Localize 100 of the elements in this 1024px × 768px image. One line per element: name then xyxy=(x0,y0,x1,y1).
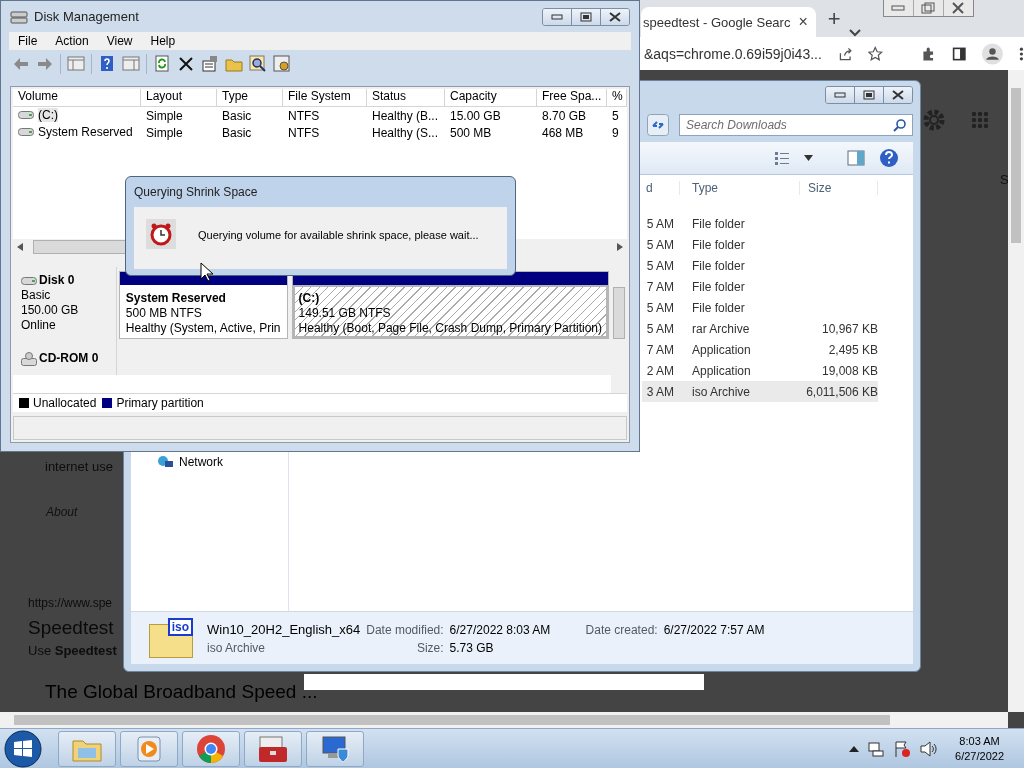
search-icon[interactable] xyxy=(893,118,907,132)
settings-icon[interactable] xyxy=(273,55,291,74)
maximize-button[interactable] xyxy=(571,8,600,25)
file-row[interactable]: 5 AM File folder xyxy=(642,297,878,318)
column-header[interactable]: Free Spa... xyxy=(537,89,607,106)
action-pane-icon[interactable] xyxy=(122,55,140,74)
disk-label[interactable]: Disk 0 xyxy=(21,273,116,288)
legend-item: Unallocated xyxy=(19,396,97,410)
table-cell-text: Simple xyxy=(145,125,184,140)
scrollbar-thumb[interactable] xyxy=(33,240,127,254)
start-button-icon[interactable] xyxy=(4,730,42,768)
column-header[interactable]: Layout xyxy=(141,89,217,106)
file-name: Win10_20H2_English_x64 xyxy=(207,621,361,637)
close-button[interactable] xyxy=(883,86,912,103)
network-icon[interactable] xyxy=(867,741,886,757)
horizontal-scrollbar[interactable] xyxy=(0,712,1008,728)
field-label: Size: xyxy=(415,640,444,655)
disk-info: Online xyxy=(21,318,57,333)
menu-item[interactable]: View xyxy=(97,32,142,51)
computer-shield-icon xyxy=(320,735,350,763)
alarm-clock-icon xyxy=(146,219,176,249)
taskbar-button[interactable] xyxy=(244,731,302,767)
vertical-scrollbar[interactable] xyxy=(1008,70,1024,712)
clock[interactable]: 8:03 AM 6/27/2022 xyxy=(955,734,1004,764)
dialog-title: Querying Shrink Space xyxy=(134,184,259,201)
window-title: Disk Management xyxy=(34,9,140,25)
refresh-arrows-icon[interactable] xyxy=(647,114,669,136)
column-header[interactable]: File System xyxy=(283,89,367,106)
legend-item: Primary partition xyxy=(102,396,204,410)
file-row[interactable]: 3 AM iso Archive 6,011,506 KB xyxy=(642,381,878,402)
menu-item[interactable]: Help xyxy=(141,32,185,51)
console-tree-icon[interactable] xyxy=(67,55,85,74)
file-row[interactable]: 5 AM rar Archive 10,967 KB xyxy=(642,318,878,339)
table-cell-text: Healthy (S... xyxy=(371,125,440,140)
menu-item[interactable]: File xyxy=(9,32,47,51)
drive-icon xyxy=(21,275,37,286)
file-row[interactable]: 7 AM Application 2,495 KB xyxy=(642,339,878,360)
file-row[interactable]: 5 AM File folder xyxy=(642,213,878,234)
view-list-icon[interactable] xyxy=(774,151,790,165)
preview-pane-icon[interactable] xyxy=(847,150,865,166)
minimize-icon xyxy=(551,13,563,20)
table-cell-text: 8.70 GB xyxy=(541,108,588,123)
help-icon[interactable] xyxy=(98,55,116,74)
column-header[interactable]: Type xyxy=(217,89,283,106)
search-field[interactable]: Search Downloads xyxy=(679,114,913,136)
field-value: 6/27/2022 7:57 AM xyxy=(663,622,765,637)
table-cell-text: 468 MB xyxy=(541,125,585,140)
column-header[interactable]: Size xyxy=(800,181,878,195)
nav-item[interactable]: Network xyxy=(157,455,288,469)
drive-entry[interactable]: System Reserved xyxy=(18,125,133,139)
vertical-scrollbar[interactable] xyxy=(611,267,627,393)
scroll-left-icon[interactable] xyxy=(17,243,23,251)
minimize-icon xyxy=(834,91,846,98)
browser-tab[interactable]: speedtest - Google Searc × xyxy=(641,7,816,37)
network-icon xyxy=(157,455,173,469)
menu-item[interactable]: Action xyxy=(46,32,98,51)
scroll-right-icon[interactable] xyxy=(617,243,623,251)
table-cell-text: NTFS xyxy=(287,108,321,123)
magnifier-icon[interactable] xyxy=(249,55,267,74)
mouse-cursor-icon xyxy=(200,262,214,282)
column-header[interactable]: Status xyxy=(367,89,445,106)
close-button[interactable] xyxy=(600,8,629,25)
dropdown-arrow-icon[interactable] xyxy=(804,155,813,161)
play-icon xyxy=(137,736,161,762)
column-header[interactable]: Volume xyxy=(13,89,141,106)
toolbox-icon xyxy=(258,735,288,763)
file-row[interactable]: 7 AM File folder xyxy=(642,276,878,297)
disk-info: Basic xyxy=(21,288,52,303)
file-row[interactable]: 5 AM File folder xyxy=(642,234,878,255)
table-cell-text: Simple xyxy=(145,108,184,123)
field-label: Date modified: xyxy=(366,622,444,637)
column-header[interactable]: d xyxy=(642,181,680,195)
chevron-down-icon[interactable] xyxy=(848,29,861,37)
flag-icon[interactable] xyxy=(893,740,912,758)
file-row[interactable]: 5 AM File folder xyxy=(642,255,878,276)
taskbar-button[interactable] xyxy=(306,731,364,767)
file-row[interactable]: 2 AM Application 19,008 KB xyxy=(642,360,878,381)
table-cell-text: 500 MB xyxy=(449,125,493,140)
new-tab-button[interactable]: + xyxy=(827,5,841,32)
column-header[interactable]: Type xyxy=(680,181,800,195)
partition-block[interactable]: System Reserved 500 MB NTFS Healthy (System, Active, Prin xyxy=(118,271,288,339)
column-header[interactable]: % xyxy=(607,89,627,106)
address-bar-url[interactable]: &aqs=chrome.0.69i59j0i43... xyxy=(644,45,822,62)
minimize-icon xyxy=(891,5,906,11)
partition-block[interactable]: (C:) 149.51 GB NTFS Healthy (Boot, Page File, Crash Dump, Primary Partition) xyxy=(291,271,609,339)
drive-icon xyxy=(18,127,34,137)
properties-icon[interactable] xyxy=(201,55,219,74)
maximize-button[interactable] xyxy=(854,86,883,103)
refresh-icon[interactable] xyxy=(153,55,171,74)
star-icon[interactable] xyxy=(868,44,883,63)
close-icon xyxy=(892,89,904,100)
field-value: 6/27/2022 8:03 AM xyxy=(449,622,552,637)
column-header[interactable]: Capacity xyxy=(445,89,537,106)
speaker-icon[interactable] xyxy=(919,741,938,757)
up-arrow-icon[interactable] xyxy=(849,746,860,752)
field-value: 5.73 GB xyxy=(449,640,495,655)
browser-logo-icon xyxy=(196,734,226,764)
help-icon[interactable] xyxy=(879,148,899,168)
taskbar-button[interactable] xyxy=(182,731,240,767)
table-cell-text: Healthy (B... xyxy=(371,108,440,123)
